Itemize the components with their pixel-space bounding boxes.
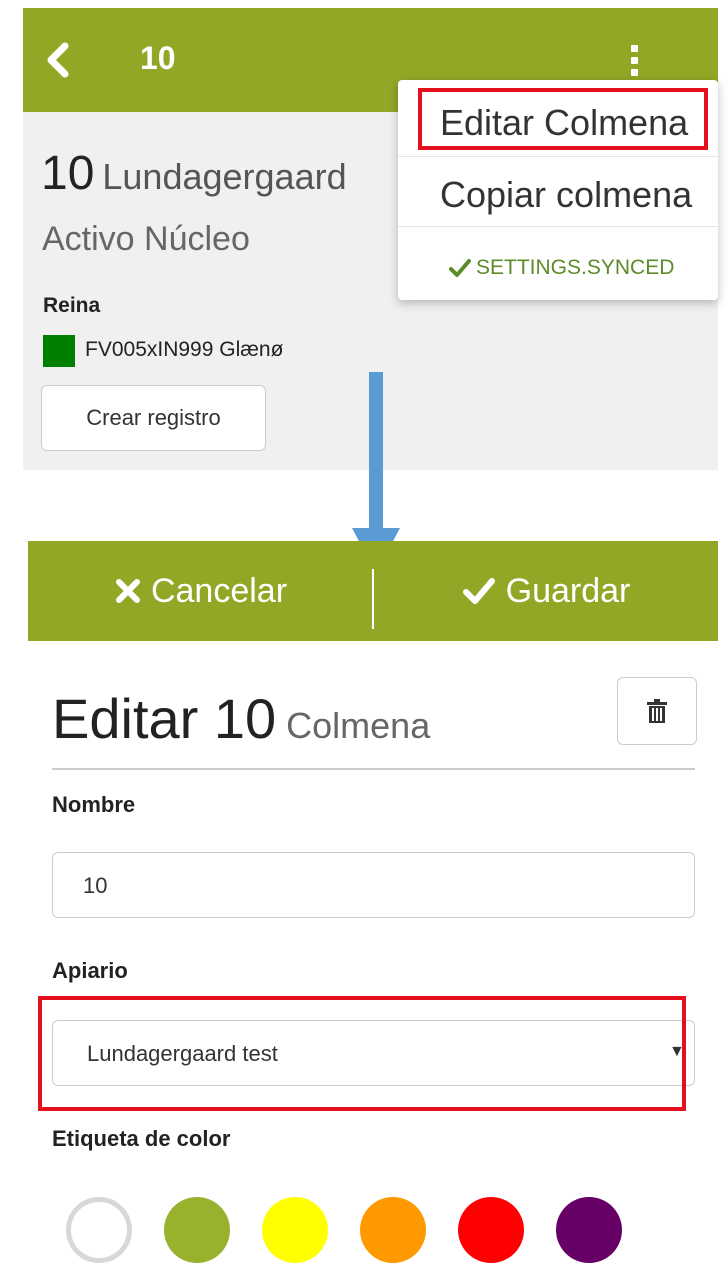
queen-label: Reina bbox=[43, 294, 101, 317]
queen-name: FV005xIN999 Glænø bbox=[85, 338, 284, 361]
hive-number: 10 bbox=[41, 147, 95, 200]
create-record-button[interactable]: Crear registro bbox=[41, 385, 266, 451]
color-swatch[interactable] bbox=[458, 1197, 524, 1263]
menu-divider bbox=[398, 156, 718, 157]
delete-button[interactable] bbox=[617, 677, 697, 745]
overflow-menu: Editar Colmena Copiar colmena SETTINGS.S… bbox=[398, 80, 718, 300]
title-divider bbox=[52, 768, 695, 770]
transition-arrow bbox=[369, 372, 383, 532]
trash-icon bbox=[647, 699, 667, 723]
hive-heading: 10 Lundagergaard bbox=[41, 146, 347, 201]
color-swatch[interactable] bbox=[556, 1197, 622, 1263]
title-subject: Colmena bbox=[286, 705, 431, 746]
color-swatch[interactable] bbox=[262, 1197, 328, 1263]
queen-color-swatch bbox=[43, 335, 75, 367]
title-prefix: Editar bbox=[52, 687, 199, 750]
sync-status: SETTINGS.SYNCED bbox=[448, 256, 674, 280]
menu-divider bbox=[398, 226, 718, 227]
save-label: Guardar bbox=[505, 571, 631, 610]
name-input[interactable]: 10 bbox=[52, 852, 695, 918]
edit-action-bar: Cancelar Guardar bbox=[28, 541, 718, 641]
cancel-button[interactable]: Cancelar bbox=[28, 541, 374, 641]
close-icon bbox=[115, 579, 140, 603]
name-input-value: 10 bbox=[83, 873, 108, 898]
color-swatch[interactable] bbox=[66, 1197, 132, 1263]
name-label: Nombre bbox=[52, 792, 136, 817]
save-button[interactable]: Guardar bbox=[374, 541, 718, 641]
menu-item-copy-hive[interactable]: Copiar colmena bbox=[398, 164, 718, 224]
highlight-box bbox=[418, 88, 708, 150]
app-bar-title: 10 bbox=[140, 40, 176, 76]
highlight-box bbox=[38, 996, 686, 1111]
color-label: Etiqueta de color bbox=[52, 1126, 231, 1151]
hive-status: Activo Núcleo bbox=[42, 220, 250, 258]
check-icon bbox=[462, 578, 495, 604]
title-number: 10 bbox=[213, 687, 277, 750]
check-icon bbox=[449, 259, 471, 277]
hive-apiary-name: Lundagergaard bbox=[102, 156, 347, 197]
cancel-label: Cancelar bbox=[150, 571, 288, 610]
color-swatch[interactable] bbox=[360, 1197, 426, 1263]
page-title: Editar 10 Colmena bbox=[52, 686, 430, 751]
kebab-vertical-icon[interactable] bbox=[627, 45, 641, 85]
sync-status-text: SETTINGS.SYNCED bbox=[476, 256, 675, 279]
color-swatch[interactable] bbox=[164, 1197, 230, 1263]
apiary-label: Apiario bbox=[52, 958, 128, 983]
menu-item-copy-label: Copiar colmena bbox=[440, 174, 693, 215]
chevron-left-icon[interactable] bbox=[43, 42, 71, 78]
